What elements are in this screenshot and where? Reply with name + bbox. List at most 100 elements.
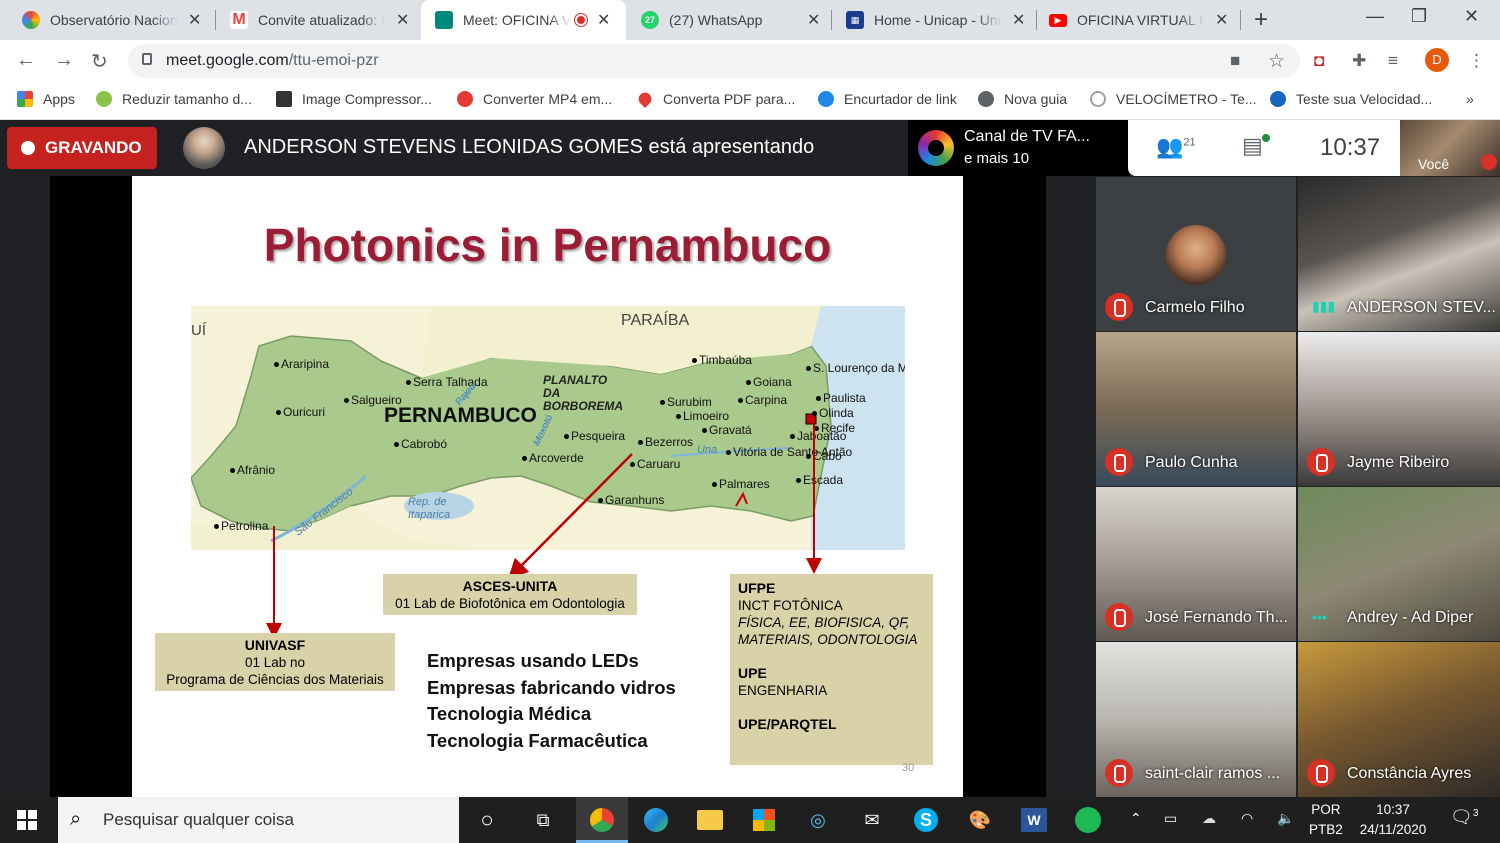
language-secondary: PTB2 [1309,822,1343,837]
cortana-icon[interactable]: ○ [471,804,503,836]
mic-off-icon [1105,759,1133,787]
volume-icon[interactable]: 🔈 [1277,810,1294,827]
restore-button[interactable]: ❐ [1411,6,1427,27]
address-bar[interactable]: meet.google.com/ttu-emoi-pzr ■ ☆ [128,44,1300,78]
extension-shield-icon[interactable]: ◘ [1314,51,1324,71]
task-view-icon[interactable]: ⧉ [527,804,559,836]
participant-tile[interactable]: Jayme Ribeiro [1298,332,1500,486]
tab-gmail[interactable]: M Convite atualizado: C ✕ [216,0,420,40]
close-tab-icon[interactable]: ✕ [396,10,409,30]
media-queue-icon[interactable]: ≡ [1388,51,1398,71]
spotify-icon[interactable] [1072,804,1104,836]
participant-tile[interactable]: ▮▮▮ ANDERSON STEV... [1298,177,1500,331]
language-primary: POR [1311,802,1341,817]
camera-icon[interactable]: ■ [1230,51,1240,71]
close-tab-icon[interactable]: ✕ [807,10,820,30]
bullet-item: Tecnologia Farmacêutica [427,729,648,751]
notification-count: 3 [1472,808,1479,819]
ufpe-line3: MATERIAIS, ODONTOLOGIA [738,632,918,647]
tab-title: Meet: OFICINA V [463,12,571,28]
taskbar-search[interactable]: ⌕ Pesquisar qualquer coisa [58,797,459,843]
people-button[interactable]: 👥21 [1156,134,1196,160]
tab-unicap[interactable]: ▦ Home - Unicap - Uni ✕ [832,0,1036,40]
word-logo-icon: W [1021,808,1047,832]
new-tab-button[interactable]: + [1254,6,1268,34]
chrome-icon[interactable] [586,804,618,836]
onedrive-error-icon[interactable]: ☁ [1202,810,1216,827]
participant-tile[interactable]: Paulo Cunha [1096,332,1296,486]
participant-tile[interactable]: saint-clair ramos ... [1096,642,1296,797]
chat-icon[interactable]: ▤ [1242,133,1263,159]
reload-icon[interactable]: ↻ [91,49,108,74]
upe-title: UPE [738,665,767,681]
participant-tile[interactable]: Carmelo Filho [1096,177,1296,331]
bookmark-converta-pdf[interactable]: Converta PDF para... [635,89,795,109]
close-tab-icon[interactable]: ✕ [188,10,201,30]
bookmark-converter-mp4[interactable]: Converter MP4 em... [457,91,612,107]
bookmark-image-compressor[interactable]: Image Compressor... [276,91,432,107]
tab-meet[interactable]: Meet: OFICINA V ✕ [421,0,626,40]
close-tab-icon[interactable]: ✕ [1215,10,1228,30]
windows-start-icon[interactable] [17,810,37,830]
bookmark-nova-guia[interactable]: Nova guia [978,91,1067,107]
reduzir-icon [96,91,112,107]
store-icon[interactable] [748,804,780,836]
safari-compass-icon[interactable]: ◎ [802,804,834,836]
participant-tile[interactable]: José Fernando Th... [1096,487,1296,641]
word-icon[interactable]: W [1018,804,1050,836]
bookmark-velocimetro[interactable]: VELOCÍMETRO - Te... [1090,91,1257,107]
close-window-button[interactable]: ✕ [1464,6,1479,27]
univasf-title: UNIVASF [244,637,306,653]
wifi-icon[interactable]: ◠ [1241,810,1253,827]
bookmark-reduzir[interactable]: Reduzir tamanho d... [96,91,252,107]
paint-icon[interactable]: 🎨 [964,804,996,836]
participant-name: Carmelo Filho [1145,299,1245,316]
participant-tile[interactable]: ••• Andrey - Ad Diper [1298,487,1500,641]
bookmark-label: Teste sua Velocidad... [1296,91,1433,107]
tab-whatsapp[interactable]: 27 (27) WhatsApp ✕ [627,0,831,40]
close-tab-icon[interactable]: ✕ [1012,10,1025,30]
edge-icon[interactable] [640,804,672,836]
battery-icon[interactable]: ▭ [1164,810,1177,827]
tab-youtube[interactable]: ▶ OFICINA VIRTUAL IN ✕ [1037,0,1241,40]
presentation-slide: Photonics in Pernambuco Araripina Serra T… [132,176,963,797]
tray-expand-icon[interactable]: ⌃ [1130,810,1142,827]
forward-icon[interactable]: → [54,49,74,72]
tab-title: (27) WhatsApp [669,12,763,28]
recording-badge[interactable]: GRAVANDO [7,127,157,169]
bookmark-apps[interactable]: Apps [17,91,75,107]
link-icon [818,91,834,107]
self-view-tile[interactable]: Você [1400,120,1500,176]
skype-icon[interactable]: S [910,804,942,836]
windows-taskbar: ⌕ Pesquisar qualquer coisa ○ ⧉ ◎ ✉ S 🎨 W… [0,797,1500,843]
people-icon: 👥 [1156,134,1184,159]
profile-avatar[interactable]: D [1425,48,1449,72]
participant-tile[interactable]: Constância Ayres [1298,642,1500,797]
browser-toolbar: ← → ↻ meet.google.com/ttu-emoi-pzr ■ ☆ ◘… [0,40,1500,82]
notifications-icon[interactable]: 🗨3 [1450,807,1478,828]
whatsapp-icon: 27 [641,11,659,29]
more-options-icon[interactable]: ••• [1312,609,1327,625]
extensions-puzzle-icon[interactable]: ✚ [1352,51,1366,71]
mail-icon[interactable]: ✉ [856,804,888,836]
star-icon[interactable]: ☆ [1268,50,1285,73]
menu-kebab-icon[interactable]: ⋮ [1468,51,1485,71]
url-text[interactable]: meet.google.com/ttu-emoi-pzr [166,52,379,70]
other-presentations-button[interactable]: Canal de TV FA... e mais 10 [908,120,1130,176]
youtube-icon: ▶ [1049,13,1067,27]
back-icon[interactable]: ← [16,49,36,72]
system-clock[interactable]: 10:37 24/11/2020 [1355,800,1431,840]
file-explorer-icon[interactable] [694,804,726,836]
ufpe-title: UFPE [738,580,776,596]
tab-observatorio[interactable]: Observatório Nacion ✕ [0,0,215,40]
bookmark-teste-velocidade[interactable]: Teste sua Velocidad... [1270,91,1432,107]
bookmark-encurtador[interactable]: Encurtador de link [818,91,957,107]
more-bookmarks-icon[interactable]: » [1466,91,1474,107]
bookmarks-bar: Apps Reduzir tamanho d... Image Compress… [0,82,1500,120]
clock-time: 10:37 [1376,802,1410,817]
close-tab-icon[interactable]: ✕ [597,10,610,30]
store-bag-icon [753,809,775,831]
minimize-button[interactable]: — [1366,6,1384,27]
bullet-list: Empresas usando LEDs Empresas fabricando… [427,648,676,754]
language-indicator[interactable]: POR PTB2 [1309,800,1343,840]
